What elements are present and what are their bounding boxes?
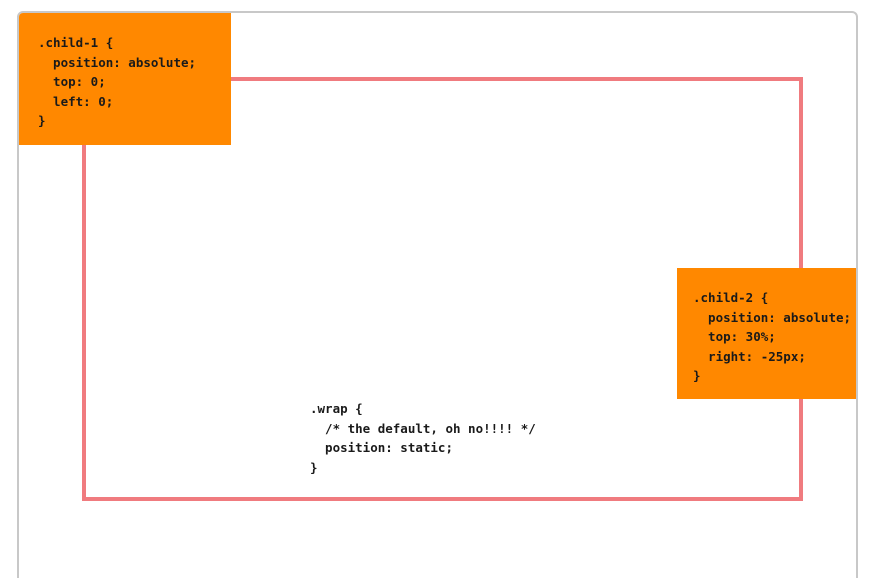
child-1-code: .child-1 { position: absolute; top: 0; l… — [38, 35, 197, 128]
child-1-box: .child-1 { position: absolute; top: 0; l… — [19, 13, 231, 145]
child-2-box: .child-2 { position: absolute; top: 30%;… — [677, 268, 856, 399]
child-2-code: .child-2 { position: absolute; top: 30%;… — [693, 290, 852, 383]
wrap-code: .wrap { /* the default, oh no!!!! */ pos… — [310, 401, 536, 475]
demo-frame: .wrap { /* the default, oh no!!!! */ pos… — [17, 11, 858, 578]
